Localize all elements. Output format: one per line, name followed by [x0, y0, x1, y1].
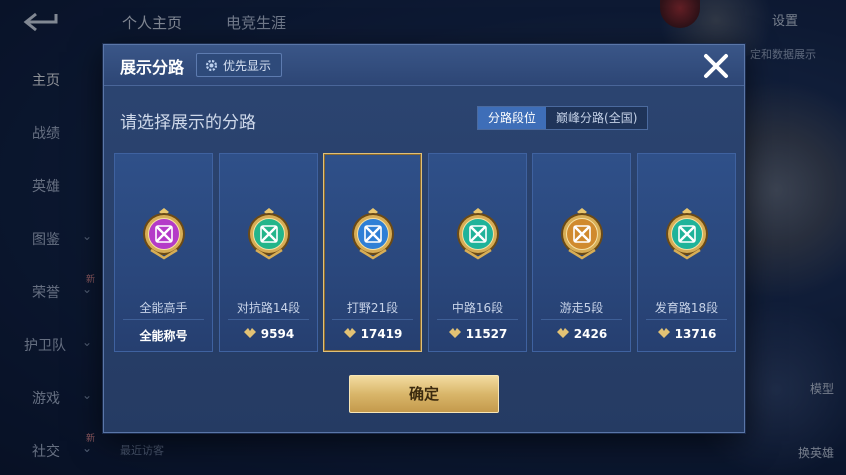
lane-score-value: 11527 [465, 327, 508, 341]
points-icon [243, 328, 256, 338]
lane-card[interactable]: 全能高手 全能称号 [114, 153, 213, 352]
farm-lane-emblem-icon [666, 208, 708, 260]
lane-rank-label: 中路16段 [451, 301, 504, 315]
lane-rank-label: 发育路18段 [654, 301, 719, 315]
lane-score: 全能称号 [115, 327, 212, 344]
dialog-title: 展示分路 [120, 58, 185, 77]
lane-rank-label: 打野21段 [346, 301, 399, 315]
profile-screen: 个人主页 电竞生涯 设置 定和数据展示 主页 战绩 英雄 图鉴 ⌄ 荣誉 新 ⌄… [0, 0, 846, 475]
points-icon [448, 328, 461, 338]
divider [228, 319, 309, 320]
divider [541, 319, 622, 320]
confirm-button[interactable]: 确定 [349, 375, 499, 413]
lane-score: 13716 [638, 327, 735, 341]
divider [332, 319, 413, 320]
gear-icon [205, 59, 218, 71]
lane-score: 9594 [220, 327, 317, 341]
lane-score-value: 2426 [573, 327, 608, 341]
priority-display-label: 优先显示 [223, 58, 272, 73]
lane-card[interactable]: 发育路18段 13716 [637, 153, 736, 352]
jungle-emblem-icon [352, 208, 394, 260]
segment-peak-lane[interactable]: 巅峰分路(全国) [546, 107, 648, 129]
clash-lane-emblem-icon [248, 208, 290, 260]
lane-display-dialog: 展示分路 优先显示 请选择展示的分路 分路段位 巅峰分路(全国) 全能高手全能称… [103, 44, 745, 433]
lane-score-value: 13716 [674, 327, 717, 341]
close-icon[interactable] [700, 50, 732, 82]
mid-lane-emblem-icon [457, 208, 499, 260]
divider [437, 319, 518, 320]
lane-rank-label: 对抗路14段 [236, 301, 301, 315]
points-icon [657, 328, 670, 338]
points-icon [343, 328, 356, 338]
roam-emblem-icon [561, 208, 603, 260]
lane-card[interactable]: 打野21段 17419 [323, 153, 422, 352]
dialog-subtitle: 请选择展示的分路 [120, 113, 256, 133]
points-icon [556, 328, 569, 338]
priority-display-button[interactable]: 优先显示 [196, 53, 283, 77]
lane-score: 11527 [429, 327, 526, 341]
lane-rank-label: 全能高手 [139, 301, 188, 315]
lane-score-value: 全能称号 [139, 329, 188, 343]
all-round-emblem-icon [143, 208, 185, 260]
lane-score-value: 17419 [360, 327, 403, 341]
segment-lane-rank[interactable]: 分路段位 [478, 107, 547, 129]
lane-card[interactable]: 对抗路14段 9594 [219, 153, 318, 352]
dialog-header: 展示分路 优先显示 [104, 45, 744, 86]
lane-score-value: 9594 [260, 327, 295, 341]
lane-rank-label: 游走5段 [559, 301, 604, 315]
segment-control: 分路段位 巅峰分路(全国) [477, 106, 649, 130]
lane-card[interactable]: 游走5段 2426 [532, 153, 631, 352]
lane-score: 2426 [533, 327, 630, 341]
lane-card[interactable]: 中路16段 11527 [428, 153, 527, 352]
divider [123, 319, 204, 320]
divider [646, 319, 727, 320]
lane-score: 17419 [324, 327, 421, 341]
